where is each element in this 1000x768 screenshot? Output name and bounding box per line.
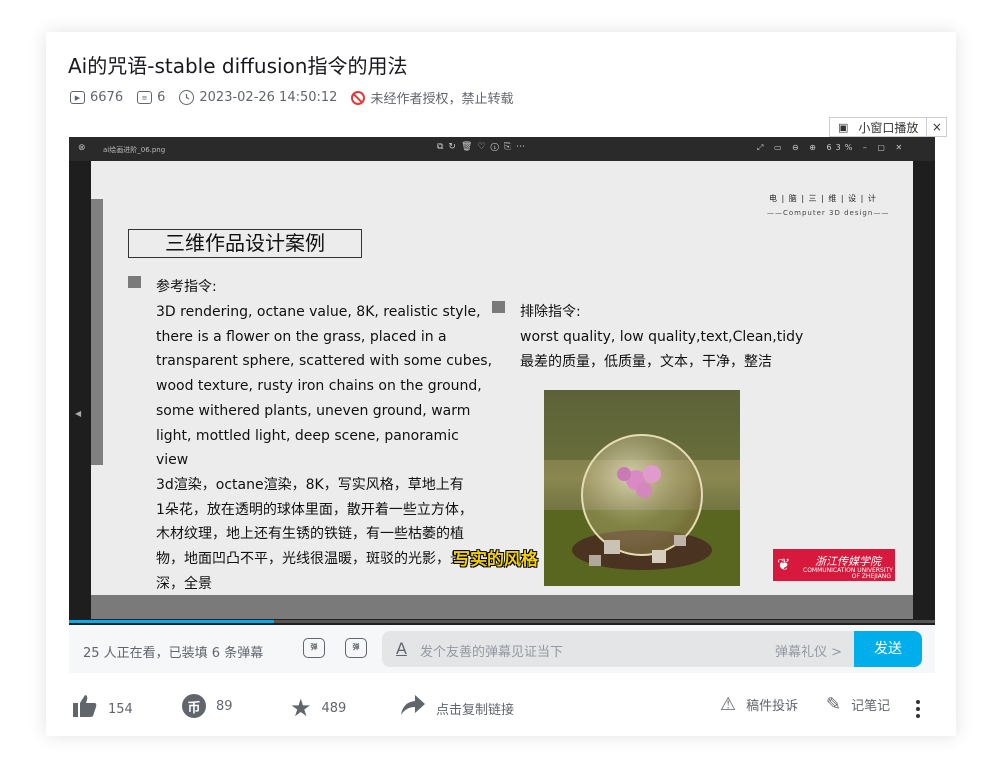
fullscreen-icon: ⤢ ▭ ⊖ ⊕ <box>757 143 820 152</box>
favorite-button[interactable]: ★ 489 <box>290 694 346 722</box>
warning-icon: ⚠ <box>720 694 737 715</box>
notes-button[interactable]: ✎ 记笔记 <box>826 694 890 715</box>
danmaku-count: 6 <box>157 90 166 105</box>
viewer-zoom: 63% <box>826 143 857 152</box>
viewer-count: 25 人正在看，已装填 6 条弹幕 <box>83 646 264 661</box>
prompt-line: some withered plants, uneven ground, war… <box>156 402 471 419</box>
negative-label: 排除指令: <box>520 304 581 320</box>
coin-icon: 币 <box>182 694 206 718</box>
coin-button[interactable]: 币 89 <box>182 694 233 718</box>
negative-line-2: 最差的质量，低质量，文本，干净，整洁 <box>520 354 772 370</box>
copyright-notice: 未经作者授权，禁止转载 <box>351 88 513 107</box>
danmaku-settings-icon[interactable]: 弹 <box>345 638 367 658</box>
slide-heading: 三维作品设计案例 <box>128 229 362 258</box>
sphere-flower-image <box>544 390 740 586</box>
prompt-line: 木材纹理，地上还有生锈的铁链，有一些枯萎的植 <box>156 526 464 543</box>
viewer-left-strip: ◀ <box>69 161 91 625</box>
prompt-label: 参考指令: <box>156 279 217 295</box>
note-edit-icon: ✎ <box>826 694 842 715</box>
university-logo: ❦ 浙江传媒学院 COMMUNICATION UNIVERSITY OF ZHE… <box>773 549 895 581</box>
mini-player-button[interactable]: ▣ 小窗口播放 <box>830 118 926 136</box>
danmaku-toggle-icon[interactable]: 弹 <box>303 638 325 658</box>
clock-icon <box>179 90 195 105</box>
brand-text: 电 | 脑 | 三 | 维 | 设 | 计 <box>769 194 877 203</box>
prompt-line: wood texture, rusty iron chains on the g… <box>156 378 482 395</box>
slide-side-bar <box>91 199 103 465</box>
coin-count: 89 <box>216 698 233 714</box>
report-label: 稿件投诉 <box>746 699 799 714</box>
danmaku-placeholder: 发个友善的弹幕见证当下 <box>420 645 564 660</box>
danmaku-etiquette-link[interactable]: 弹幕礼仪 > <box>775 641 842 660</box>
previous-image-icon: ◀ <box>75 409 82 418</box>
danmaku-input[interactable]: A 发个友善的弹幕见证当下 弹幕礼仪 > <box>382 631 854 667</box>
like-count: 154 <box>108 701 133 717</box>
views-count: 6676 <box>90 90 124 105</box>
viewer-right-strip <box>913 161 935 625</box>
logo-en: COMMUNICATION UNIVERSITY OF ZHEJIANG <box>803 568 893 580</box>
bullet-square <box>492 301 505 313</box>
video-meta: ▶ 6676 ≡ 6 2023-02-26 14:50:12 未经作者授权，禁止… <box>70 88 521 107</box>
report-button[interactable]: ⚠ 稿件投诉 <box>720 694 798 715</box>
play-count-icon: ▶ <box>70 91 85 104</box>
prompt-line: transparent sphere, scattered with some … <box>156 353 493 370</box>
video-title: Ai的咒语-stable diffusion指令的用法 <box>68 54 408 78</box>
viewer-tools-icon: ⧉↻🗑♡ⓘ⎘⋯ <box>437 142 531 152</box>
prompt-line: light, mottled light, deep scene, panora… <box>156 427 459 444</box>
star-icon: ★ <box>290 694 312 722</box>
mini-player-control: ▣ 小窗口播放 × <box>829 117 948 137</box>
video-player[interactable]: ⊗ ai绘画进阶_06.png ⧉↻🗑♡ⓘ⎘⋯ ⤢ ▭ ⊖ ⊕ 63% – ▢ … <box>69 137 935 625</box>
copyright-text: 未经作者授权，禁止转载 <box>370 92 514 107</box>
like-button[interactable]: 154 <box>72 694 133 724</box>
more-options-icon[interactable] <box>916 700 920 721</box>
negative-line-1: worst quality, low quality,text,Clean,ti… <box>520 329 804 345</box>
logo-en-2: OF ZHEJIANG <box>851 573 891 580</box>
bullet-square <box>128 276 141 288</box>
prompt-line: 3d渲染，octane渲染，8K，写实风格，草地上有 <box>156 476 464 493</box>
prompt-line: there is a flower on the grass, placed i… <box>156 328 447 345</box>
action-bar: 154 币 89 ★ 489 点击复制链接 ⚠ 稿件投诉 ✎ 记笔记 <box>70 694 936 724</box>
video-subtitle: 写实的风格 <box>453 550 538 570</box>
prompt-line: 深，全景 <box>156 575 212 592</box>
forbidden-icon <box>351 90 366 105</box>
prompt-line: view <box>156 452 189 469</box>
viewer-app-icon: ⊗ <box>78 143 86 153</box>
logo-mark-icon: ❦ <box>777 555 791 574</box>
danmaku-count-icon: ≡ <box>137 91 153 104</box>
progress-fill <box>69 620 275 623</box>
thumbs-up-icon <box>72 694 98 724</box>
image-viewer-toolbar: ⊗ ai绘画进阶_06.png ⧉↻🗑♡ⓘ⎘⋯ ⤢ ▭ ⊖ ⊕ 63% – ▢ … <box>69 137 935 161</box>
publish-time: 2023-02-26 14:50:12 <box>179 90 337 105</box>
prompt-line: 3D rendering, octane value, 8K, realisti… <box>156 304 481 320</box>
window-controls-icon: – ▢ ✕ <box>862 143 907 152</box>
text-style-icon[interactable]: A <box>396 639 407 658</box>
publish-datetime: 2023-02-26 14:50:12 <box>199 90 338 105</box>
send-button[interactable]: 发送 <box>854 631 922 667</box>
views-stat: ▶ 6676 <box>70 90 123 105</box>
slide-brand: 电 | 脑 | 三 | 维 | 设 | 计 <box>769 193 877 204</box>
share-arrow-icon <box>400 694 426 722</box>
close-mini-button[interactable]: × <box>926 118 946 136</box>
presentation-slide: 电 | 脑 | 三 | 维 | 设 | 计 ——Computer 3D desi… <box>91 161 913 595</box>
mini-window-icon: ▣ <box>838 120 849 134</box>
prompt-line: 物，地面凹凸不平，光线很温暖，斑驳的光影，景 <box>156 551 464 567</box>
slide-footer-band <box>91 595 913 619</box>
share-label: 点击复制链接 <box>436 702 515 718</box>
notes-label: 记笔记 <box>851 699 891 714</box>
viewer-filename: ai绘画进阶_06.png <box>103 146 166 154</box>
favorite-count: 489 <box>321 700 347 716</box>
mini-player-label: 小窗口播放 <box>858 120 919 135</box>
slide-brand-sub: ——Computer 3D design—— <box>767 209 890 217</box>
danmaku-stat: ≡ 6 <box>137 90 165 105</box>
prompt-line: 1朵花，放在透明的球体里面，散开着一些立方体， <box>156 501 473 518</box>
progress-bar[interactable] <box>69 620 935 623</box>
share-button[interactable]: 点击复制链接 <box>400 694 514 722</box>
danmaku-bar: 25 人正在看，已装填 6 条弹幕 弹 弹 A 发个友善的弹幕见证当下 弹幕礼仪… <box>69 625 935 673</box>
viewer-zoom-controls: ⤢ ▭ ⊖ ⊕ 63% – ▢ ✕ <box>757 143 906 153</box>
